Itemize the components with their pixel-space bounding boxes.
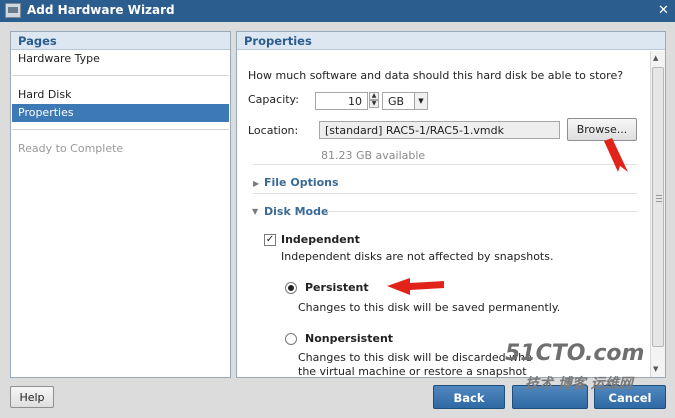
watermark-line2: 技术 博客 运维网 bbox=[525, 376, 633, 392]
help-button[interactable]: Help bbox=[10, 386, 54, 408]
back-button[interactable]: Back bbox=[433, 385, 505, 409]
watermark-line1: 51CTO.com bbox=[505, 341, 645, 366]
browse-annotation-arrow bbox=[604, 138, 628, 172]
persistent-annotation-arrow bbox=[387, 278, 444, 295]
